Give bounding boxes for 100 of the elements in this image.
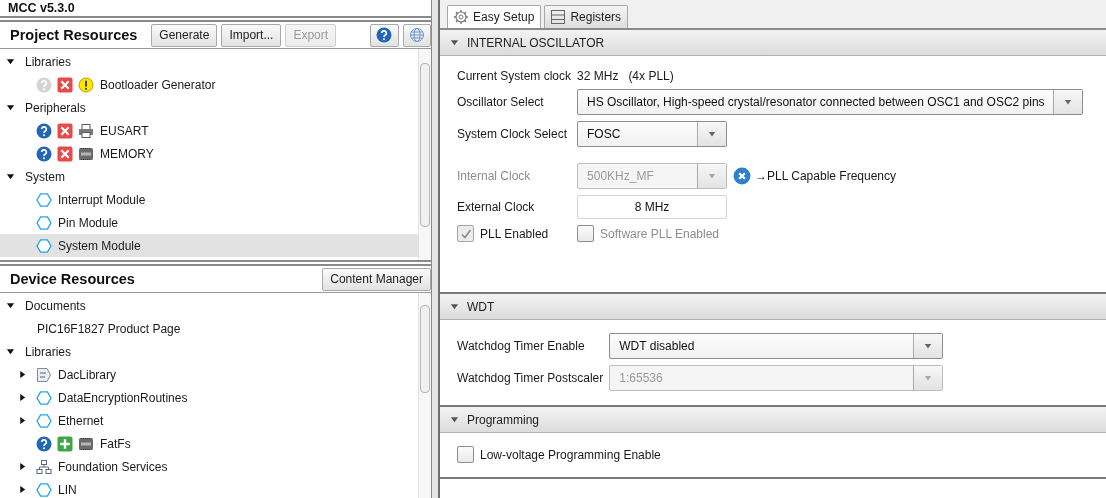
checkbox-label: PLL Enabled: [480, 226, 549, 241]
caret-icon[interactable]: [18, 485, 27, 494]
tag-icon: [36, 366, 52, 383]
caret-icon[interactable]: [450, 302, 459, 311]
add-icon: [57, 435, 73, 452]
tree-item-label: Documents: [25, 298, 86, 313]
tree-row[interactable]: FatFs: [0, 432, 418, 455]
field-label: System Clock Select: [457, 127, 569, 141]
help-icon: [36, 122, 52, 139]
caret-icon[interactable]: [18, 393, 27, 402]
tree-item-label: Ethernet: [58, 413, 104, 428]
hexagon-icon: [36, 389, 52, 406]
caret-icon: [1063, 98, 1072, 106]
caret-icon[interactable]: [450, 415, 459, 424]
field-label: Oscillator Select: [457, 95, 545, 109]
splitter[interactable]: [432, 0, 440, 498]
field-label: Current System clock: [457, 69, 572, 83]
section-header[interactable]: WDT: [440, 294, 1106, 320]
tree-row[interactable]: Peripherals: [0, 96, 418, 119]
tree-row[interactable]: System: [0, 165, 418, 188]
tree-row[interactable]: EUSART: [0, 119, 418, 142]
scrollbar[interactable]: [418, 293, 431, 498]
dropdown[interactable]: HS Oscillator, High-speed crystal/resonator connected between OSC1 and OSC2 pins: [577, 89, 1083, 115]
tree-row[interactable]: LIN: [0, 478, 418, 498]
tree-item-label: Foundation Services: [58, 459, 168, 474]
help-icon: [36, 76, 52, 93]
tree-row[interactable]: DataEncryptionRoutines: [0, 386, 418, 409]
tree-row[interactable]: Interrupt Module: [0, 188, 418, 211]
tab[interactable]: Easy Setup: [447, 5, 542, 28]
tree-row[interactable]: PIC16F1827 Product Page: [0, 317, 418, 340]
caret-icon[interactable]: [18, 462, 27, 471]
list-icon: [550, 9, 567, 25]
tree-row[interactable]: Pin Module: [0, 211, 418, 234]
panel-title: Project Resources: [10, 27, 138, 43]
caret-icon[interactable]: [18, 416, 27, 425]
section-header[interactable]: Programming: [440, 407, 1106, 433]
tree-item-label: DataEncryptionRoutines: [58, 390, 188, 405]
tree-row[interactable]: DacLibrary: [0, 363, 418, 386]
field-label: Watchdog Timer Postscaler: [457, 371, 604, 385]
tree-item-label: LIN: [58, 482, 77, 497]
text-field[interactable]: 8 MHz: [577, 195, 728, 219]
caret-icon[interactable]: [18, 370, 27, 379]
tree-row[interactable]: Libraries: [0, 50, 418, 73]
caret-icon: [924, 342, 933, 350]
help-button[interactable]: [370, 23, 399, 47]
toolbar-button[interactable]: Generate: [151, 23, 218, 47]
hint-text: →PLL Capable Frequency: [755, 169, 896, 183]
tree-row[interactable]: Documents: [0, 294, 418, 317]
tab[interactable]: Registers: [544, 5, 629, 28]
caret-icon[interactable]: [6, 301, 15, 310]
section-title: WDT: [467, 299, 495, 314]
caret-icon[interactable]: [6, 103, 15, 112]
caret-icon[interactable]: [450, 38, 459, 47]
caret-icon[interactable]: [6, 172, 15, 181]
tree-item-label: Pin Module: [58, 215, 119, 230]
clear-icon: [733, 167, 752, 185]
checkbox-label: Low-voltage Programming Enable: [480, 447, 661, 462]
scrollbar-thumb[interactable]: [420, 305, 430, 393]
tree-item-label: DacLibrary: [58, 367, 117, 382]
tree-item-label: System Module: [58, 238, 141, 253]
help-icon: [36, 435, 52, 452]
chip-icon: [78, 435, 94, 452]
clock-value: 32 MHz: [577, 69, 619, 83]
section-title: Programming: [467, 412, 540, 427]
caret-icon: [708, 172, 717, 180]
scrollbar-thumb[interactable]: [420, 63, 430, 227]
chip-icon: [78, 145, 94, 162]
caret-icon[interactable]: [6, 347, 15, 356]
warning-icon: [78, 76, 94, 93]
checkbox[interactable]: [457, 225, 474, 242]
scrollbar[interactable]: [418, 49, 431, 260]
panel-title: Device Resources: [10, 271, 135, 287]
dropdown[interactable]: WDT disabled: [609, 333, 944, 359]
tree-row[interactable]: System Module: [0, 234, 418, 257]
tree-item-label: FatFs: [100, 436, 131, 451]
hexagon-icon: [36, 412, 52, 429]
field-label: Watchdog Timer Enable: [457, 339, 586, 353]
toolbar-button[interactable]: Content Manager: [322, 267, 431, 291]
tree-item-label: EUSART: [100, 123, 149, 138]
caret-icon: [708, 130, 717, 138]
network-icon: [36, 458, 52, 475]
section-header[interactable]: INTERNAL OSCILLATOR: [440, 30, 1106, 56]
help-icon: [376, 27, 393, 43]
caret-icon[interactable]: [6, 57, 15, 66]
tree-item-label: MEMORY: [100, 146, 154, 161]
tree-row[interactable]: Libraries: [0, 340, 418, 363]
globe-icon: [408, 27, 425, 43]
globe-button[interactable]: [402, 23, 431, 47]
tree-item-label: Bootloader Generator: [100, 77, 216, 92]
hexagon-icon: [36, 191, 52, 208]
tree-row[interactable]: Foundation Services: [0, 455, 418, 478]
remove-icon: [57, 76, 73, 93]
tree-row[interactable]: Bootloader Generator: [0, 73, 418, 96]
tree-row[interactable]: Ethernet: [0, 409, 418, 432]
dropdown[interactable]: FOSC: [577, 121, 728, 147]
tree-item-label: Interrupt Module: [58, 192, 146, 207]
checkbox[interactable]: [457, 446, 474, 463]
toolbar-button[interactable]: Import...: [221, 23, 282, 47]
remove-icon: [57, 122, 73, 139]
tree-row[interactable]: MEMORY: [0, 142, 418, 165]
